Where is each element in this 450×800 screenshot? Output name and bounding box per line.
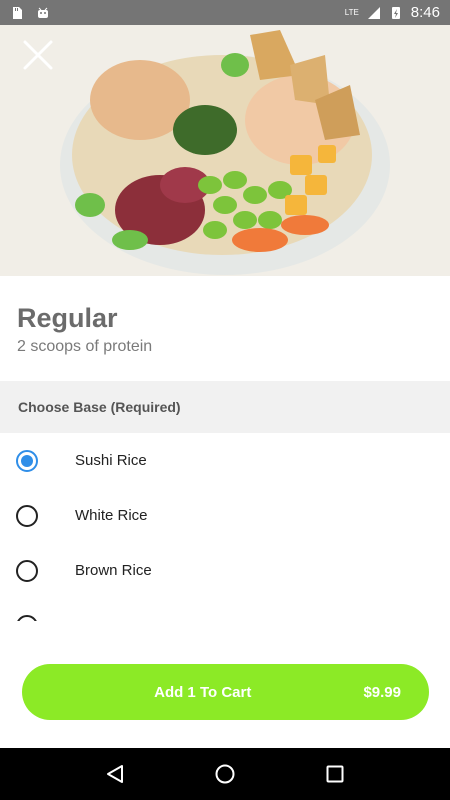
radio-button[interactable] — [16, 559, 38, 582]
item-title: Regular — [17, 303, 118, 333]
back-button[interactable] — [100, 759, 130, 789]
option-label: White Rice — [75, 507, 148, 524]
status-bar: LTE 8:46 — [0, 0, 450, 25]
item-subtitle: 2 scoops of protein — [17, 338, 153, 355]
recents-icon — [326, 765, 344, 783]
close-icon[interactable] — [20, 37, 56, 73]
hero-image — [0, 25, 450, 276]
cart-price: $9.99 — [363, 683, 401, 701]
radio-button[interactable] — [16, 504, 38, 527]
section-header: Choose Base (Required) — [0, 381, 450, 433]
radio-button-checked[interactable] — [16, 449, 38, 472]
option-label: Sushi Rice — [75, 452, 147, 469]
sd-card-icon — [13, 6, 22, 19]
add-to-cart-button[interactable]: Add 1 To Cart $9.99 — [22, 664, 429, 720]
back-icon — [107, 765, 123, 783]
option-label: Brown Rice — [75, 562, 152, 579]
battery-icon — [391, 6, 400, 19]
option-sushi-rice[interactable]: Sushi Rice — [0, 433, 450, 488]
option-white-rice[interactable]: White Rice — [0, 488, 450, 543]
base-options-list: Sushi Rice White Rice Brown Rice — [0, 433, 450, 621]
section-title: Choose Base (Required) — [18, 399, 181, 415]
add-to-cart-label: Add 1 To Cart — [154, 683, 252, 701]
option-brown-rice[interactable]: Brown Rice — [0, 543, 450, 598]
option-partial[interactable] — [0, 598, 450, 621]
system-nav-bar — [0, 748, 450, 800]
home-icon — [215, 764, 235, 784]
item-header: Regular 2 scoops of protein — [0, 276, 450, 381]
android-icon — [38, 7, 48, 18]
clock: 8:46 — [410, 4, 440, 21]
home-button[interactable] — [210, 759, 240, 789]
poke-bowl-image — [0, 25, 450, 276]
network-label: LTE — [344, 8, 359, 17]
recents-button[interactable] — [320, 759, 350, 789]
signal-icon — [367, 6, 380, 19]
cart-footer: Add 1 To Cart $9.99 — [0, 621, 450, 748]
